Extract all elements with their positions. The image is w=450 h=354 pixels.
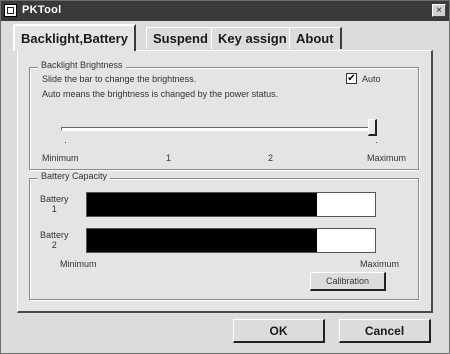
tab-backlight-battery[interactable]: Backlight,Battery — [13, 24, 136, 51]
battery-1-label: Battery 1 — [40, 194, 69, 214]
auto-label: Auto — [362, 74, 381, 84]
backlight-instruction: Slide the bar to change the brightness. — [42, 74, 197, 84]
ok-button[interactable]: OK — [233, 319, 325, 343]
brightness-slider-track[interactable] — [61, 127, 373, 131]
pktool-window: PKTool × Backlight,Battery Suspend Key a… — [0, 0, 450, 354]
battery-1-bar — [86, 192, 376, 217]
window-title: PKTool — [22, 4, 62, 16]
scale-label-1: 1 — [166, 153, 172, 163]
battery-min-label: Minimum — [60, 259, 97, 269]
tick-mark-max: · — [375, 137, 378, 147]
cancel-button[interactable]: Cancel — [339, 319, 431, 343]
tick-mark-min: · — [64, 137, 67, 147]
app-icon — [4, 4, 17, 17]
title-bar[interactable]: PKTool × — [1, 1, 449, 21]
tab-about[interactable]: About — [289, 27, 342, 49]
battery-group-title: Battery Capacity — [38, 171, 111, 181]
scale-label-2: 2 — [268, 153, 274, 163]
backlight-group: Backlight Brightness Slide the bar to ch… — [29, 60, 419, 170]
battery-2-fill — [87, 229, 318, 252]
battery-1-label-line1: Battery — [40, 194, 69, 204]
battery-2-label-line2: 2 — [51, 240, 57, 250]
tab-suspend[interactable]: Suspend — [146, 27, 216, 49]
battery-2-label: Battery 2 — [40, 230, 69, 250]
battery-1-label-line2: 1 — [51, 204, 57, 214]
tab-panel: Backlight Brightness Slide the bar to ch… — [17, 50, 433, 313]
brightness-slider-thumb[interactable] — [368, 119, 377, 136]
battery-2-label-line1: Battery — [40, 230, 69, 240]
scale-label-minimum: Minimum — [42, 153, 79, 163]
calibration-button[interactable]: Calibration — [310, 272, 386, 291]
auto-checkbox[interactable]: ✔ — [346, 73, 357, 84]
close-icon[interactable]: × — [432, 4, 446, 17]
battery-max-label: Maximum — [360, 259, 400, 269]
battery-group: Battery Capacity Battery 1 Battery 2 Min… — [29, 171, 419, 300]
auto-note: Auto means the brightness is changed by … — [42, 89, 279, 99]
battery-2-bar — [86, 228, 376, 253]
battery-1-fill — [87, 193, 318, 216]
checkmark-icon: ✔ — [347, 73, 356, 84]
tab-key-assign[interactable]: Key assign — [211, 27, 295, 49]
backlight-group-title: Backlight Brightness — [38, 60, 126, 70]
scale-label-maximum: Maximum — [367, 153, 407, 163]
